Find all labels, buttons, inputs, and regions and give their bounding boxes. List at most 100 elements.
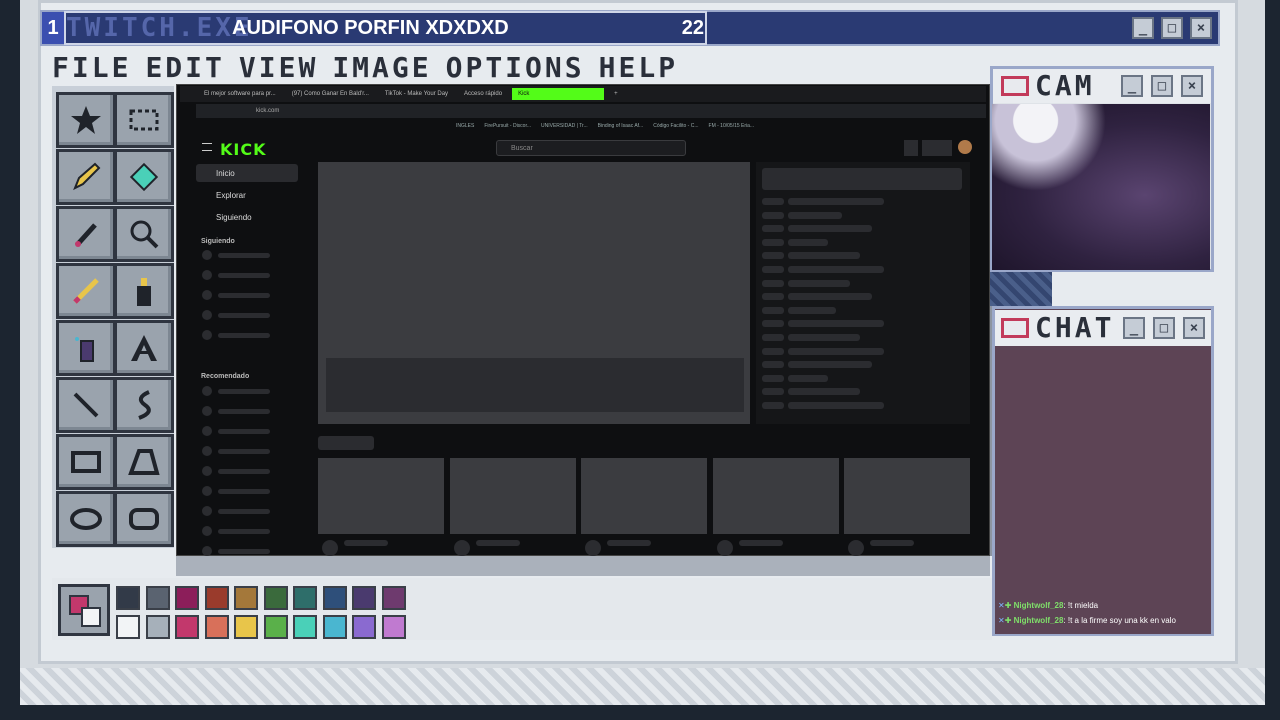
maximize-button[interactable]: □ bbox=[1161, 17, 1183, 39]
nav-label: Siguiendo bbox=[216, 212, 252, 222]
menu-image[interactable]: IMAGE bbox=[332, 51, 431, 84]
color-swatch[interactable] bbox=[175, 615, 199, 639]
menu-edit[interactable]: EDIT bbox=[145, 51, 224, 84]
chat-username[interactable]: Nightwolf_28 bbox=[1014, 616, 1064, 625]
maximize-button[interactable]: □ bbox=[1151, 75, 1173, 97]
close-button[interactable]: × bbox=[1183, 317, 1205, 339]
minimize-button[interactable]: _ bbox=[1132, 17, 1154, 39]
polygon-tool-icon bbox=[128, 449, 160, 475]
menu-view[interactable]: VIEW bbox=[239, 51, 318, 84]
minimize-button[interactable]: _ bbox=[1121, 75, 1143, 97]
paint-tube-icon bbox=[75, 337, 94, 362]
color-swatch[interactable] bbox=[234, 615, 258, 639]
skeleton-avatar bbox=[202, 506, 212, 516]
maximize-button[interactable]: □ bbox=[1153, 317, 1175, 339]
skeleton-channel-row bbox=[196, 486, 300, 498]
bookmark-item[interactable]: FM - 10/05/15 Eria... bbox=[709, 123, 755, 129]
browser-tab[interactable]: El mejor software para pr... bbox=[198, 88, 282, 100]
bookmark-item[interactable]: Código Facilito - C... bbox=[653, 123, 698, 129]
nav-inicio[interactable]: Inicio bbox=[196, 164, 298, 182]
color-swatch[interactable] bbox=[352, 615, 376, 639]
horizontal-scrollbar[interactable] bbox=[176, 556, 990, 576]
skeleton-block bbox=[788, 334, 860, 341]
minimize-button[interactable]: _ bbox=[1123, 317, 1145, 339]
magnifier-button[interactable] bbox=[114, 206, 174, 262]
menu-file[interactable]: FILE bbox=[52, 51, 131, 84]
color-picker-icon bbox=[75, 223, 97, 247]
browser-tab-active[interactable]: Kick bbox=[512, 88, 605, 100]
skeleton-chat-row bbox=[762, 211, 962, 220]
curve-tool-icon bbox=[138, 390, 151, 420]
stream-card-placeholder[interactable] bbox=[712, 458, 839, 556]
skeleton-chat-row bbox=[762, 306, 962, 315]
live-toggle[interactable] bbox=[922, 140, 952, 156]
color-swatch[interactable] bbox=[175, 586, 199, 610]
avatar[interactable] bbox=[958, 140, 972, 154]
skeleton-chat-row bbox=[762, 320, 962, 328]
polygon-tool-button[interactable] bbox=[114, 434, 174, 490]
stream-card-placeholder[interactable] bbox=[581, 458, 707, 556]
stream-info-placeholder bbox=[326, 358, 744, 412]
browser-tab[interactable]: (97) Como Ganar En Bald'r... bbox=[286, 88, 375, 100]
site-search-input[interactable]: Buscar bbox=[496, 140, 686, 156]
skeleton-avatar bbox=[202, 546, 212, 556]
bookmark-item[interactable]: UNIVERSIDAD | Tr... bbox=[541, 123, 588, 129]
color-swatch[interactable] bbox=[381, 615, 406, 639]
color-swatch[interactable] bbox=[116, 615, 140, 639]
color-swatch[interactable] bbox=[322, 586, 347, 610]
color-swatch[interactable] bbox=[263, 615, 288, 639]
color-picker-button[interactable] bbox=[56, 206, 116, 262]
skeleton-block bbox=[762, 225, 784, 233]
brush-button[interactable] bbox=[56, 263, 116, 319]
color-swatch[interactable] bbox=[116, 586, 140, 610]
bookmark-item[interactable]: INGLES bbox=[456, 123, 474, 129]
skeleton-avatar bbox=[202, 330, 212, 340]
color-swatch[interactable] bbox=[204, 586, 229, 610]
line-tool-button[interactable] bbox=[56, 377, 116, 433]
current-color-selector[interactable] bbox=[58, 584, 110, 636]
color-swatch[interactable] bbox=[263, 586, 288, 610]
close-button[interactable]: × bbox=[1181, 75, 1203, 97]
skeleton-chat-row bbox=[762, 279, 962, 288]
stream-card-placeholder[interactable] bbox=[844, 458, 970, 556]
kick-logo[interactable]: KICK bbox=[220, 140, 266, 159]
browser-tab[interactable]: Acceso rápido bbox=[458, 88, 508, 100]
chat-username[interactable]: Nightwolf_28 bbox=[1014, 601, 1064, 610]
menu-help[interactable]: HELP bbox=[599, 51, 678, 84]
stream-card-placeholder[interactable] bbox=[318, 458, 444, 556]
bookmark-item[interactable]: FirePursuit - Discor... bbox=[484, 123, 531, 129]
fill-bucket-button[interactable] bbox=[114, 149, 174, 205]
color-swatch[interactable] bbox=[145, 586, 170, 610]
color-swatch[interactable] bbox=[293, 586, 317, 610]
new-tab-button[interactable]: + bbox=[608, 88, 624, 100]
color-swatch[interactable] bbox=[293, 615, 317, 639]
menu-options[interactable]: OPTIONS bbox=[446, 51, 585, 84]
address-bar[interactable]: kick.com bbox=[196, 104, 986, 118]
skeleton-block bbox=[218, 293, 270, 298]
close-button[interactable]: × bbox=[1190, 17, 1212, 39]
star-stamp-button[interactable] bbox=[56, 92, 116, 148]
nav-siguiendo[interactable]: Siguiendo bbox=[196, 208, 298, 226]
spray-can-button[interactable] bbox=[114, 263, 174, 319]
ellipse-tool-button[interactable] bbox=[56, 491, 116, 547]
text-tool-button[interactable] bbox=[114, 320, 174, 376]
bookmark-item[interactable]: Binding of Isaac Af... bbox=[598, 123, 644, 129]
color-swatch[interactable] bbox=[204, 615, 229, 639]
color-swatch[interactable] bbox=[352, 586, 376, 610]
color-swatch[interactable] bbox=[234, 586, 258, 610]
browser-tab[interactable]: TikTok - Make Your Day bbox=[379, 88, 454, 100]
skeleton-block bbox=[218, 529, 270, 534]
pencil-button[interactable] bbox=[56, 149, 116, 205]
paint-tube-button[interactable] bbox=[56, 320, 116, 376]
color-swatch[interactable] bbox=[145, 615, 170, 639]
rectangle-tool-button[interactable] bbox=[56, 434, 116, 490]
color-swatch[interactable] bbox=[381, 586, 406, 610]
hamburger-menu-icon[interactable] bbox=[202, 143, 212, 151]
nav-explorar[interactable]: Explorar bbox=[196, 186, 298, 204]
stream-card-placeholder[interactable] bbox=[449, 458, 576, 556]
skeleton-chat-row bbox=[762, 334, 962, 342]
rect-select-button[interactable] bbox=[114, 92, 174, 148]
rounded-rect-tool-button[interactable] bbox=[114, 491, 174, 547]
curve-tool-button[interactable] bbox=[114, 377, 174, 433]
color-swatch[interactable] bbox=[322, 615, 347, 639]
